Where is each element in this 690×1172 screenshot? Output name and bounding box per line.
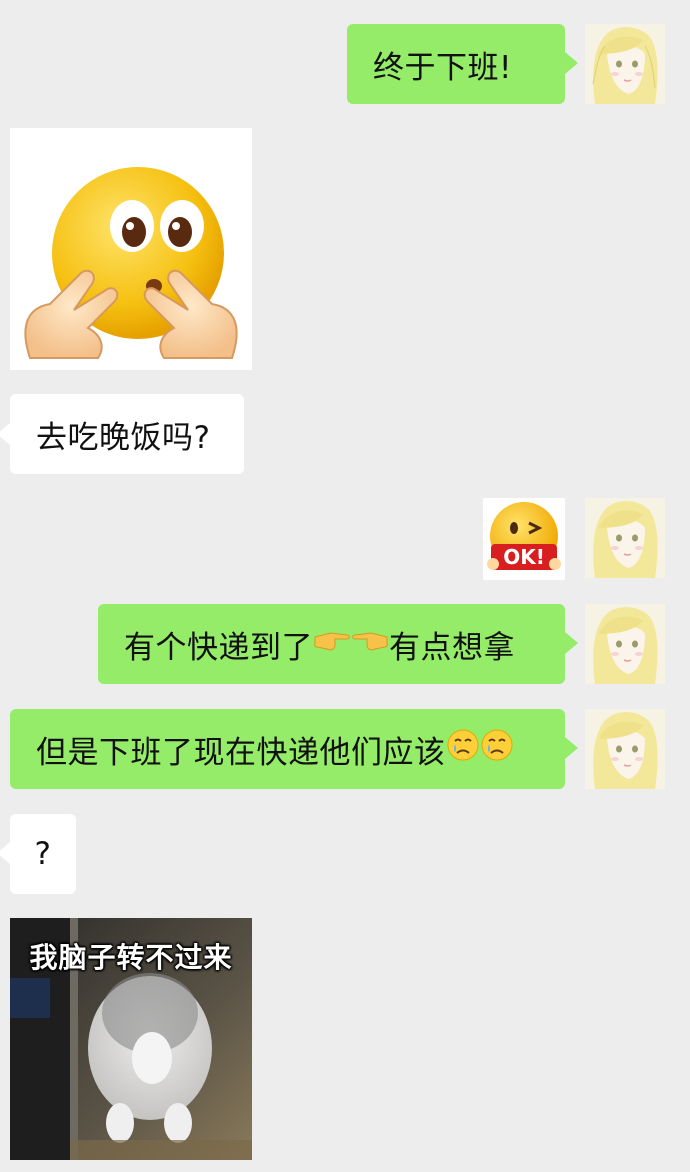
message-text: 去吃晚饭吗? (36, 419, 211, 456)
message-text: ? (34, 836, 52, 872)
avatar-self[interactable] (585, 709, 665, 789)
winking-ok-emoji-icon: OK! (487, 502, 561, 570)
message-bubble-received[interactable]: 去吃晚饭吗? (10, 394, 244, 474)
crying-face-icon (446, 728, 480, 770)
sticker-caption: 我脑子转不过来 (29, 941, 233, 974)
pointing-left-icon (351, 625, 389, 663)
crying-face-icon (480, 728, 514, 770)
message-text: 有点想拿 (389, 629, 515, 666)
svg-text:OK!: OK! (503, 545, 545, 569)
message-text: 终于下班! (373, 49, 512, 86)
avatar-self[interactable] (585, 498, 665, 578)
avatar-self[interactable] (585, 604, 665, 684)
sticker-ok-emoji[interactable]: OK! (483, 498, 565, 580)
sticker-peeking-emoji[interactable] (10, 128, 252, 370)
avatar-self[interactable] (585, 24, 665, 104)
message-bubble-received[interactable]: ? (10, 814, 76, 894)
bubble-tail (0, 423, 10, 445)
bubble-tail (565, 52, 578, 74)
sticker-cat-meme[interactable]: 我脑子转不过来 (10, 918, 252, 1160)
pointing-right-icon (313, 625, 351, 663)
bubble-tail (565, 737, 578, 759)
message-bubble-sent[interactable]: 终于下班! (347, 24, 565, 104)
bubble-tail (565, 632, 578, 654)
message-text: 但是下班了现在快递他们应该 (36, 734, 446, 771)
bubble-tail (0, 842, 10, 864)
message-text: 有个快递到了 (124, 629, 313, 666)
message-bubble-sent[interactable]: 但是下班了现在快递他们应该 (10, 709, 565, 789)
peeking-emoji-icon (24, 167, 238, 359)
message-bubble-sent[interactable]: 有个快递到了 有点想拿 (98, 604, 565, 684)
